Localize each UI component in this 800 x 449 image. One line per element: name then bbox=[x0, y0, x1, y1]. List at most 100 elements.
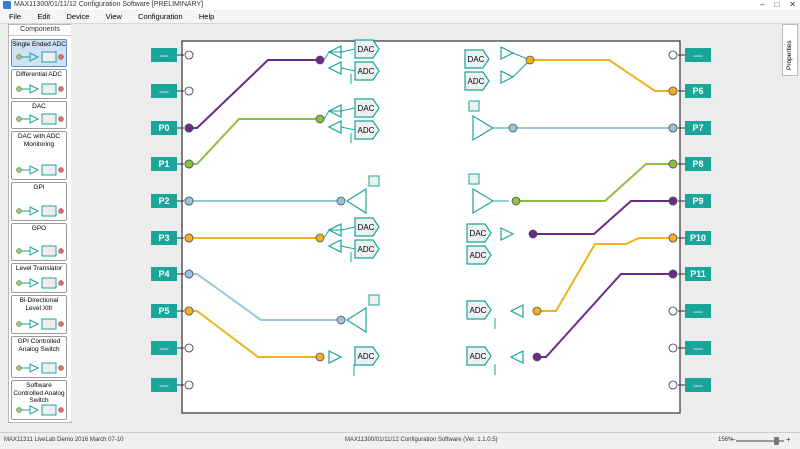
block-pin[interactable] bbox=[532, 306, 542, 316]
connection-node[interactable] bbox=[668, 269, 678, 279]
adc-block-right-1[interactable]: ADC bbox=[466, 245, 492, 265]
block-pin[interactable] bbox=[508, 123, 518, 133]
component-single-ended-adc[interactable]: Single Ended ADC bbox=[11, 39, 67, 67]
dac-block-right-0[interactable]: DAC bbox=[464, 49, 490, 69]
connection-node[interactable] bbox=[184, 196, 194, 206]
connection-node[interactable] bbox=[184, 306, 194, 316]
component-dac[interactable]: DAC bbox=[11, 101, 67, 129]
adc-block-right-0[interactable]: ADC bbox=[464, 71, 490, 91]
component-icon bbox=[16, 277, 64, 289]
dac-block-right-1-label: DAC bbox=[470, 229, 487, 238]
pin-left[interactable] bbox=[184, 343, 194, 353]
component-label: GPO bbox=[31, 225, 47, 232]
pin-right[interactable] bbox=[668, 343, 678, 353]
port-right-label: ---- bbox=[693, 309, 703, 316]
connection-node[interactable] bbox=[184, 159, 194, 169]
port-right-label: P10 bbox=[690, 233, 706, 243]
pin-left[interactable] bbox=[184, 380, 194, 390]
maximize-button[interactable]: □ bbox=[774, 0, 779, 10]
properties-tab[interactable]: Properties bbox=[782, 24, 798, 76]
menu-file[interactable]: File bbox=[9, 10, 21, 23]
component-bi-directional-level-xlfr[interactable]: Bi-Directional Level Xlfr bbox=[11, 295, 67, 334]
connection-node[interactable] bbox=[668, 196, 678, 206]
dac-block-left-0-label: DAC bbox=[358, 45, 375, 54]
connection-node[interactable] bbox=[668, 233, 678, 243]
connection-node[interactable] bbox=[184, 233, 194, 243]
adc-block-left-1-label: ADC bbox=[358, 126, 375, 135]
port-right-label: P11 bbox=[690, 269, 706, 279]
pin-right[interactable] bbox=[668, 306, 678, 316]
connection-node[interactable] bbox=[184, 269, 194, 279]
component-label: Differential ADC bbox=[15, 71, 63, 78]
adc-block-right-3-label: ADC bbox=[470, 352, 487, 361]
adc-block-right-3[interactable]: ADC bbox=[466, 346, 492, 366]
component-dac-with-adc-monitoring[interactable]: DAC with ADC Monitoring bbox=[11, 131, 67, 180]
component-level-translator[interactable]: Level Translator bbox=[11, 263, 67, 293]
block-pin[interactable] bbox=[315, 114, 325, 124]
component-gpi-controlled-analog-switch[interactable]: GPI Controlled Analog Switch bbox=[11, 336, 67, 378]
adc-block-left-1[interactable]: ADC bbox=[354, 120, 380, 140]
dac-block-right-1[interactable]: DAC bbox=[466, 223, 492, 243]
dac-block-left-0[interactable]: DAC bbox=[354, 39, 380, 59]
menu-edit[interactable]: Edit bbox=[37, 10, 50, 23]
block-pin[interactable] bbox=[528, 229, 538, 239]
pin-left[interactable] bbox=[184, 50, 194, 60]
adc-block-left-0[interactable]: ADC bbox=[354, 61, 380, 81]
component-icon bbox=[16, 362, 64, 374]
port-right-label: P7 bbox=[692, 123, 703, 133]
component-icon bbox=[16, 245, 64, 257]
dac-block-left-1[interactable]: DAC bbox=[354, 98, 380, 118]
pin-right[interactable] bbox=[668, 50, 678, 60]
connection-node[interactable] bbox=[668, 159, 678, 169]
connection-node[interactable] bbox=[668, 123, 678, 133]
dac-block-left-2[interactable]: DAC bbox=[354, 217, 380, 237]
component-gpo[interactable]: GPO bbox=[11, 223, 67, 261]
block-pin[interactable] bbox=[315, 55, 325, 65]
gpo-block-left-1[interactable] bbox=[368, 294, 380, 306]
adc-block-left-2[interactable]: ADC bbox=[354, 239, 380, 259]
menu-configuration[interactable]: Configuration bbox=[138, 10, 183, 23]
block-pin[interactable] bbox=[532, 352, 542, 362]
status-bar: MAX11311 LiveLab Demo 2016 March 07-10 M… bbox=[0, 432, 800, 449]
device-diagram[interactable]: --------P0P1P2P3P4P5------------P6P7P8P9… bbox=[71, 24, 779, 421]
port-right-label: ---- bbox=[693, 346, 703, 353]
zoom-out-button[interactable]: − bbox=[731, 435, 736, 444]
design-canvas[interactable]: ---- ---- P0 P1 P2 P3 P4 P5 ---- ---- ---- P6 P7 P8 P9… bbox=[71, 24, 779, 421]
component-label: Single Ended ADC bbox=[12, 41, 66, 48]
component-icon bbox=[16, 51, 64, 63]
port-right-label: ---- bbox=[693, 53, 703, 60]
block-pin[interactable] bbox=[315, 233, 325, 243]
gpi-block-right-0[interactable] bbox=[468, 100, 480, 112]
component-icon bbox=[16, 404, 64, 416]
minimize-button[interactable]: – bbox=[760, 0, 764, 10]
properties-tab-label: Properties bbox=[786, 40, 793, 70]
menu-help[interactable]: Help bbox=[199, 10, 214, 23]
component-label: DAC with ADC Monitoring bbox=[17, 133, 61, 148]
app-icon bbox=[3, 1, 11, 9]
window-title: MAX11300/01/11/12 Configuration Software… bbox=[14, 1, 204, 8]
gpi-block-right-1[interactable] bbox=[468, 173, 480, 185]
adc-block-left-single[interactable]: ADC bbox=[354, 346, 380, 366]
block-pin[interactable] bbox=[525, 55, 535, 65]
connection-node[interactable] bbox=[668, 86, 678, 96]
zoom-in-button[interactable]: + bbox=[786, 435, 791, 444]
menu-view[interactable]: View bbox=[106, 10, 122, 23]
zoom-slider[interactable] bbox=[736, 437, 784, 445]
block-pin[interactable] bbox=[511, 196, 521, 206]
block-pin[interactable] bbox=[315, 352, 325, 362]
zoom-slider-handle[interactable] bbox=[774, 437, 779, 445]
block-pin[interactable] bbox=[336, 196, 346, 206]
component-gpi[interactable]: GPI bbox=[11, 182, 67, 221]
pin-right[interactable] bbox=[668, 380, 678, 390]
pin-left[interactable] bbox=[184, 86, 194, 96]
connection-node[interactable] bbox=[184, 123, 194, 133]
menu-device[interactable]: Device bbox=[67, 10, 90, 23]
block-pin[interactable] bbox=[336, 315, 346, 325]
component-differential-adc[interactable]: Differential ADC bbox=[11, 69, 67, 99]
adc-block-right-2[interactable]: ADC bbox=[466, 300, 492, 320]
components-header: Components bbox=[9, 25, 71, 36]
component-software-controlled-analog-switch[interactable]: Software Controlled Analog Switch bbox=[11, 380, 67, 420]
close-button[interactable]: ✕ bbox=[789, 0, 796, 10]
gpo-block-left-0[interactable] bbox=[368, 175, 380, 187]
adc-block-right-0-label: ADC bbox=[468, 77, 485, 86]
